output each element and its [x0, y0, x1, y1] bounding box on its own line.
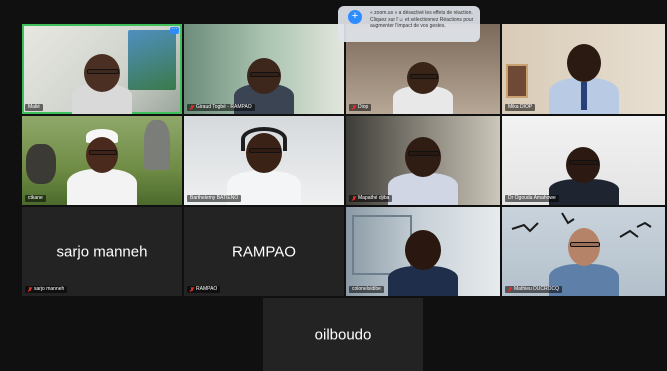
participant-video [383, 129, 463, 205]
participant-name: Barthelemy BATIENO [187, 195, 242, 202]
video-tile-oilboudo[interactable]: oilboudo [263, 298, 423, 371]
participant-video [62, 125, 142, 205]
video-tile-ctkane[interactable]: ctkane [22, 116, 182, 205]
background-wild-dog [26, 144, 56, 184]
participant-name: Dr Ogouda Amahowe [505, 195, 559, 202]
participant-name: Mika DIOP [505, 104, 536, 111]
reactions-disabled-tooltip: + « zoom.us » a désactivé les effets de … [338, 6, 480, 42]
participant-display-name: sarjo manneh [56, 243, 148, 260]
video-tile-rampao[interactable]: RAMPAO RAMPAO [184, 207, 344, 296]
participant-video [383, 224, 463, 296]
participant-video [219, 123, 309, 205]
participant-video [67, 42, 137, 114]
participant-name: Giraud Togbé - RAMPAO [187, 104, 255, 111]
mic-muted-icon [190, 105, 194, 110]
participant-name: ctkane [25, 195, 46, 202]
mic-muted-icon [352, 196, 356, 201]
video-tile-sarjo-manneh[interactable]: sarjo manneh sarjo manneh [22, 207, 182, 296]
mic-muted-icon [190, 287, 194, 292]
participant-video [544, 32, 624, 114]
participant-name: sarjo manneh [25, 286, 68, 293]
mic-muted-icon [352, 105, 356, 110]
participant-video [544, 220, 624, 296]
background-elephant [144, 120, 170, 170]
tooltip-text: « zoom.us » a désactivé les effets de ré… [370, 10, 474, 29]
wall-frame [506, 64, 528, 98]
mic-muted-icon [508, 287, 512, 292]
participant-name: colonelsidibe [349, 286, 384, 293]
participant-display-name: RAMPAO [232, 243, 296, 260]
participant-name: Diop [349, 104, 372, 111]
video-tile-mapathe-djiba[interactable]: Mapathé djiba [346, 116, 500, 205]
participant-name: Mapathé djiba [349, 195, 393, 202]
participant-name: Malié [25, 104, 43, 111]
participant-display-name: oilboudo [314, 326, 372, 343]
video-gallery: ··· Malié Giraud Togbé - RAMPAO Diop Mik… [0, 0, 667, 371]
video-tile-malie[interactable]: ··· Malié [22, 24, 182, 114]
video-tile-colonelsidibe[interactable]: colonelsidibe [346, 207, 500, 296]
more-options-icon[interactable]: ··· [170, 26, 179, 34]
video-tile-mathieu-ducrocq[interactable]: Mathieu DUCROCQ [502, 207, 665, 296]
mic-muted-icon [28, 287, 32, 292]
participant-name: Mathieu DUCROCQ [505, 286, 563, 293]
reaction-plus-icon: + [348, 10, 362, 24]
video-tile-giraud-togbe[interactable]: Giraud Togbé - RAMPAO [184, 24, 344, 114]
video-tile-ogouda-amahowe[interactable]: Dr Ogouda Amahowe [502, 116, 665, 205]
participant-name: RAMPAO [187, 286, 221, 293]
participant-video [388, 54, 458, 114]
video-tile-mika-diop[interactable]: Mika DIOP [502, 24, 665, 114]
video-tile-barthelemy-batieno[interactable]: Barthelemy BATIENO [184, 116, 344, 205]
